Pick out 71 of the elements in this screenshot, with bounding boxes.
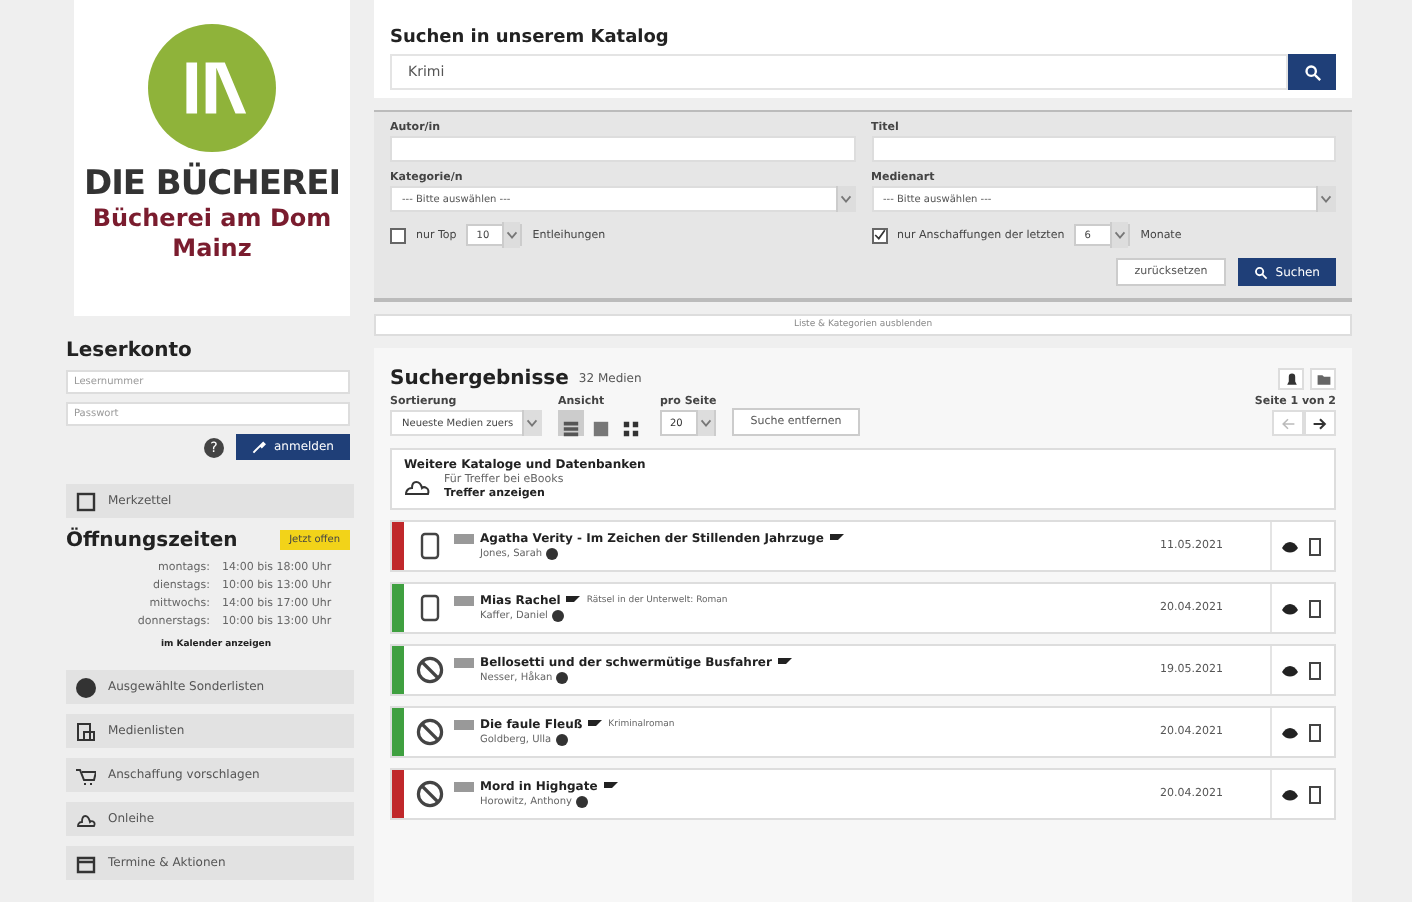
search-icon (1253, 265, 1268, 279)
section-title: Leserkonto (66, 340, 194, 362)
flag-icon (777, 658, 792, 668)
library-name: Bücherei am Dom (92, 204, 332, 234)
library-city: Mainz (172, 234, 252, 264)
media-type-icon (454, 720, 474, 730)
note-icon (76, 491, 96, 511)
section-title: Öffnungszeiten (66, 530, 238, 552)
device-icon (416, 532, 444, 560)
device-icon (416, 594, 444, 622)
bookmark-icon (1308, 599, 1322, 617)
dropdown-caret-icon[interactable] (522, 410, 540, 436)
info-icon (551, 610, 564, 622)
info-icon (556, 672, 569, 684)
dropdown-caret-icon[interactable] (835, 186, 853, 212)
search-icon (1303, 63, 1321, 81)
calendar-icon (76, 853, 96, 873)
flag-icon (603, 782, 618, 792)
media-type-icon (454, 596, 474, 606)
cloud-icon (76, 809, 96, 829)
no-entry-icon (416, 718, 444, 746)
bookmark-icon (1308, 723, 1322, 741)
alert-button[interactable] (1278, 368, 1304, 390)
dropdown-caret-icon[interactable] (1110, 222, 1129, 248)
check-icon (873, 228, 885, 242)
eye-icon (1282, 539, 1298, 553)
cloud-icon (404, 477, 432, 497)
disc-icon (76, 677, 96, 697)
checkbox[interactable] (390, 227, 406, 243)
search-button[interactable] (1288, 54, 1336, 90)
input-field[interactable] (871, 136, 1336, 162)
input-field[interactable] (390, 136, 855, 162)
info-icon (575, 796, 588, 808)
dropdown-caret-icon[interactable] (1316, 186, 1334, 212)
results-title: Suchergebnisse (390, 368, 569, 390)
media-type-icon (454, 658, 474, 668)
checkbox[interactable] (871, 227, 887, 243)
logo-icon (148, 24, 276, 152)
bookmark-icon (1308, 537, 1322, 555)
flag-icon (566, 596, 581, 606)
right-arrow-icon (1312, 415, 1328, 431)
brand-name: DIE BÜCHEREI (83, 164, 341, 204)
eye-icon (1282, 601, 1298, 615)
left-arrow-icon (1280, 415, 1296, 431)
bell-icon (1283, 371, 1299, 387)
dropdown-caret-icon[interactable] (696, 410, 714, 436)
info-icon (555, 734, 568, 746)
eye-icon (1282, 663, 1298, 677)
bookmark-icon (1308, 661, 1322, 679)
list-view-icon (562, 420, 580, 438)
next-page-button[interactable] (1304, 410, 1336, 436)
cart-icon (76, 765, 96, 785)
view-toggle[interactable] (558, 410, 584, 436)
folder-icon (1315, 371, 1331, 387)
no-entry-icon (416, 780, 444, 808)
grid-view-icon (622, 420, 640, 438)
eye-icon (1282, 725, 1298, 739)
document-icon (76, 721, 96, 741)
info-icon (546, 548, 559, 560)
export-button[interactable] (1310, 368, 1336, 390)
key-icon (252, 440, 266, 454)
flag-icon (829, 534, 844, 544)
no-entry-icon (416, 656, 444, 684)
media-type-icon (454, 534, 474, 544)
search-title: Suchen in unserem Katalog (390, 28, 671, 48)
media-type-icon (454, 782, 474, 792)
compact-view-icon (592, 420, 610, 438)
eye-icon (1282, 787, 1298, 801)
bookmark-icon (1308, 785, 1322, 803)
dropdown-caret-icon[interactable] (502, 222, 521, 248)
flag-icon (588, 720, 603, 730)
